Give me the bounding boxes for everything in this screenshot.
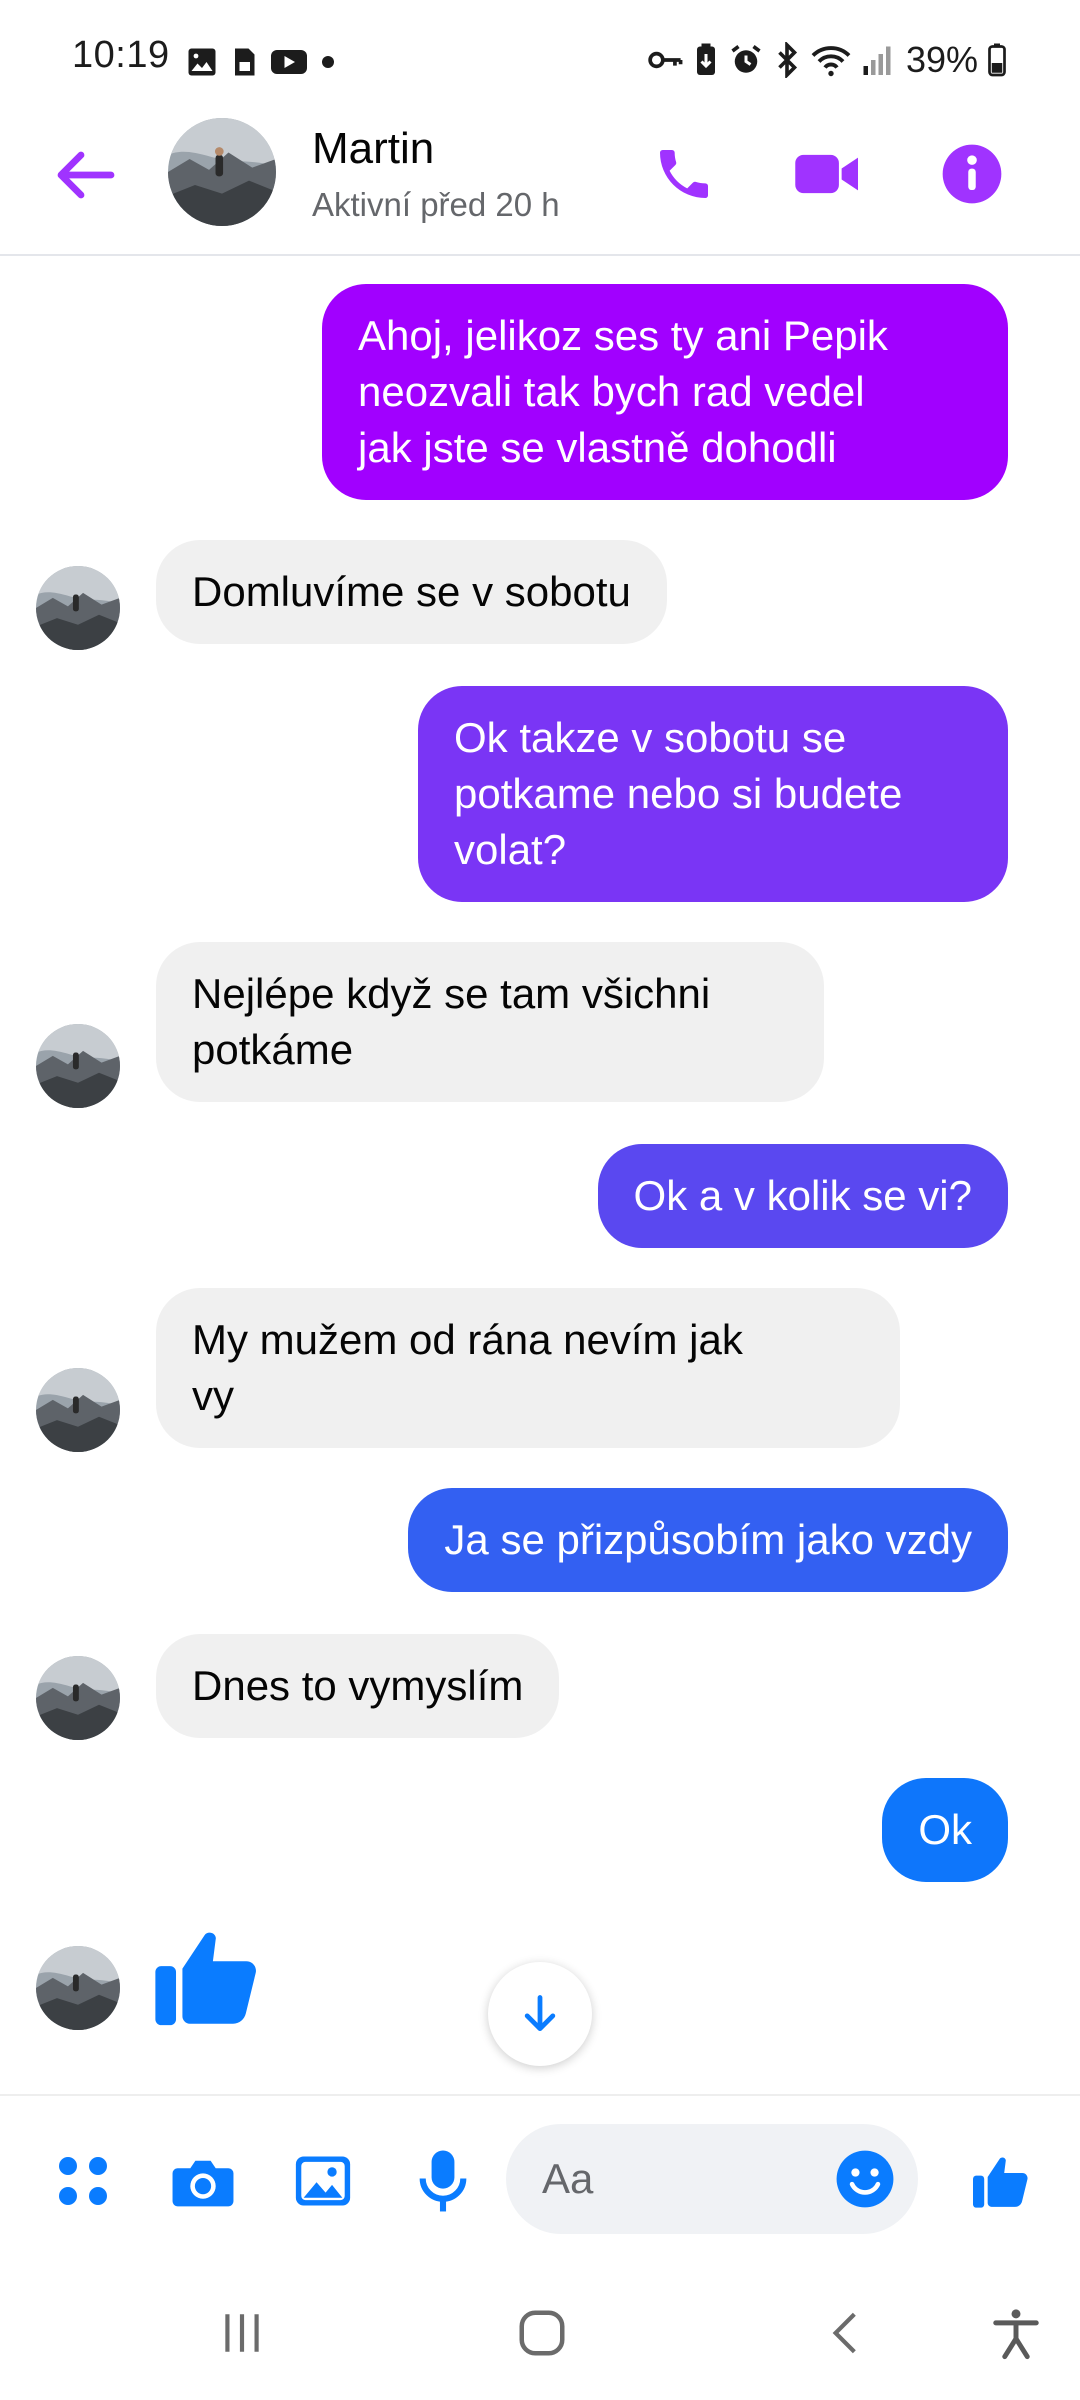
battery-percent: 39% bbox=[905, 39, 978, 80]
microphone-icon bbox=[419, 2150, 467, 2212]
message-line: volat? bbox=[454, 826, 567, 873]
signal-icon bbox=[863, 46, 891, 75]
avatar-photo bbox=[36, 1024, 120, 1108]
message-bubble-outgoing[interactable]: Ok takze v sobotu se potkame nebo si bud… bbox=[418, 686, 1008, 902]
message-bubble-incoming[interactable]: Nejlépe když se tam všichni potkáme bbox=[156, 942, 824, 1102]
camera-icon bbox=[172, 2160, 234, 2207]
recent-apps-button[interactable] bbox=[202, 2298, 282, 2368]
video-camera-icon bbox=[795, 154, 858, 194]
home-icon bbox=[519, 2310, 565, 2356]
camera-button[interactable] bbox=[168, 2146, 238, 2216]
message-line: jak jste se vlastně dohodli bbox=[358, 424, 837, 471]
avatar-photo bbox=[36, 566, 120, 650]
message-line: Domluvíme se v sobotu bbox=[192, 568, 631, 615]
home-button[interactable] bbox=[502, 2298, 582, 2368]
video-call-button[interactable] bbox=[788, 134, 868, 214]
back-button[interactable] bbox=[50, 140, 120, 210]
phone-icon bbox=[660, 150, 708, 198]
contact-avatar-small[interactable] bbox=[36, 566, 120, 650]
image-icon bbox=[188, 48, 216, 76]
emoji-icon bbox=[836, 2150, 894, 2208]
status-bar: 10:19 39% bbox=[0, 0, 1080, 120]
info-icon bbox=[942, 144, 1002, 204]
chat-header: Martin Aktivní před 20 h bbox=[0, 110, 1080, 256]
arrow-left-icon bbox=[57, 151, 115, 199]
contact-name[interactable]: Martin bbox=[312, 124, 434, 174]
status-time: 10:19 bbox=[72, 34, 170, 76]
alarm-icon bbox=[731, 45, 761, 73]
thumbs-up-sticker[interactable] bbox=[148, 1916, 266, 2036]
message-line: My mužem od rána nevím jak bbox=[192, 1316, 743, 1363]
message-bubble-outgoing[interactable]: Ok a v kolik se vi? bbox=[597, 1144, 1008, 1248]
contact-avatar-small[interactable] bbox=[36, 1024, 120, 1108]
message-line: Ok bbox=[918, 1806, 972, 1853]
message-line: Ok a v kolik se vi? bbox=[633, 1172, 972, 1219]
scroll-to-bottom-button[interactable] bbox=[488, 1962, 592, 2066]
send-like-button[interactable] bbox=[966, 2146, 1036, 2216]
message-input-field[interactable] bbox=[506, 2124, 918, 2234]
contact-active-status: Aktivní před 20 h bbox=[312, 186, 560, 223]
avatar-photo bbox=[168, 118, 276, 226]
message-line: Ahoj, jelikoz ses ty ani Pepik bbox=[358, 312, 888, 359]
message-line: neozvali tak bych rad vedel bbox=[358, 368, 865, 415]
contact-avatar-small[interactable] bbox=[36, 1368, 120, 1452]
accessibility-icon bbox=[993, 2309, 1039, 2360]
message-line: Ok takze v sobotu se bbox=[454, 714, 847, 761]
avatar-photo bbox=[36, 1368, 120, 1452]
message-bubble-outgoing[interactable]: Ja se přizpůsobím jako vzdy bbox=[408, 1488, 1008, 1592]
message-line: vy bbox=[192, 1372, 234, 1419]
gallery-icon bbox=[295, 2156, 351, 2206]
voice-call-button[interactable] bbox=[644, 134, 724, 214]
wifi-icon bbox=[811, 46, 851, 77]
apps-icon bbox=[59, 2157, 107, 2205]
accessibility-button[interactable] bbox=[976, 2298, 1056, 2368]
contact-avatar-small[interactable] bbox=[36, 1656, 120, 1740]
contact-avatar[interactable] bbox=[168, 118, 276, 226]
emoji-button[interactable] bbox=[832, 2146, 898, 2212]
gallery-button[interactable] bbox=[288, 2146, 358, 2216]
message-line: Dnes to vymyslím bbox=[192, 1662, 524, 1709]
message-composer bbox=[0, 2094, 1080, 2264]
youtube-icon bbox=[271, 50, 307, 74]
message-bubble-incoming[interactable]: Dnes to vymyslím bbox=[156, 1634, 560, 1738]
recent-apps-icon bbox=[225, 2314, 259, 2352]
back-nav-icon bbox=[832, 2312, 856, 2354]
status-notification-icons bbox=[184, 42, 340, 82]
like-icon bbox=[973, 2157, 1028, 2208]
status-system-icons: 39% bbox=[646, 38, 1008, 82]
back-nav-button[interactable] bbox=[806, 2298, 886, 2368]
voice-message-button[interactable] bbox=[408, 2146, 478, 2216]
arrow-down-icon bbox=[524, 1995, 556, 2032]
system-navigation-bar bbox=[0, 2264, 1080, 2400]
message-input[interactable] bbox=[542, 2124, 802, 2234]
vpn-key-icon bbox=[648, 51, 683, 69]
dot-icon bbox=[322, 56, 334, 68]
sim-icon bbox=[235, 48, 255, 76]
avatar-photo bbox=[36, 1656, 120, 1740]
message-line: Nejlépe když se tam všichni bbox=[192, 970, 711, 1017]
contact-avatar-small[interactable] bbox=[36, 1946, 120, 2030]
message-line: potkáme bbox=[192, 1026, 354, 1073]
message-bubble-outgoing[interactable]: Ahoj, jelikoz ses ty ani Pepik neozvali … bbox=[322, 284, 1008, 500]
battery-icon bbox=[988, 43, 1006, 77]
info-button[interactable] bbox=[932, 134, 1012, 214]
message-line: Ja se přizpůsobím jako vzdy bbox=[444, 1516, 972, 1563]
avatar-photo bbox=[36, 1946, 120, 2030]
thumbs-up-icon bbox=[155, 1932, 256, 2026]
message-bubble-outgoing[interactable]: Ok bbox=[882, 1778, 1008, 1882]
message-line: potkame nebo si budete bbox=[454, 770, 903, 817]
bluetooth-icon bbox=[778, 42, 797, 78]
message-bubble-incoming[interactable]: My mužem od rána nevím jak vy bbox=[156, 1288, 900, 1448]
apps-button[interactable] bbox=[48, 2146, 118, 2216]
battery-saver-icon bbox=[696, 43, 715, 75]
message-bubble-incoming[interactable]: Domluvíme se v sobotu bbox=[156, 540, 667, 644]
